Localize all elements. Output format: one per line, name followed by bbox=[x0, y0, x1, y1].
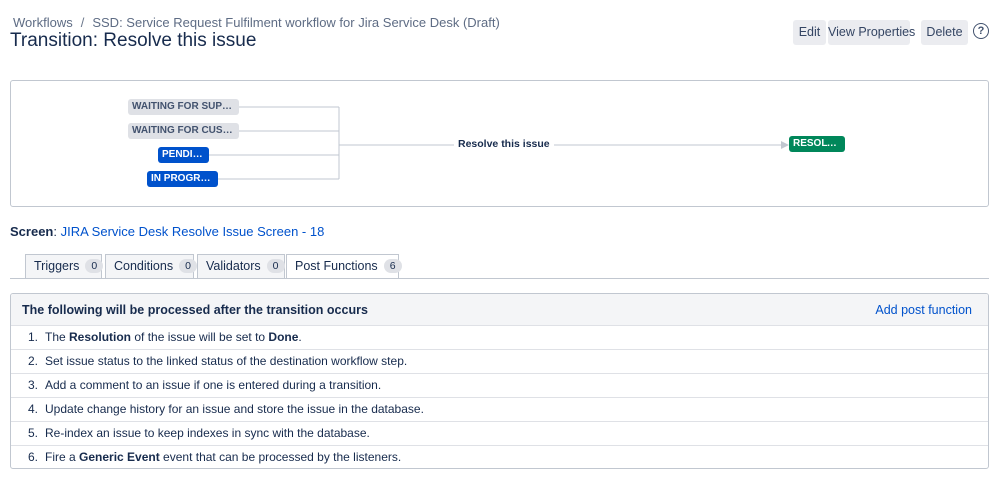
post-function-number: 6. bbox=[27, 450, 38, 464]
post-function-text: Set issue status to the linked status of… bbox=[45, 354, 408, 368]
tab-validators[interactable]: Validators 0 bbox=[197, 254, 285, 278]
breadcrumb-workflow-link[interactable]: SSD: Service Request Fulfilment workflow… bbox=[92, 15, 499, 30]
edit-button[interactable]: Edit bbox=[793, 20, 826, 45]
status-pending: PENDING bbox=[158, 147, 209, 163]
status-waiting-for-support: WAITING FOR SUPP... bbox=[128, 99, 239, 115]
post-function-row: 2. Set issue status to the linked status … bbox=[11, 350, 988, 374]
tab-triggers-label: Triggers bbox=[34, 259, 80, 273]
post-function-number: 2. bbox=[27, 354, 38, 368]
status-waiting-for-customer: WAITING FOR CUST... bbox=[128, 123, 239, 139]
tab-validators-count: 0 bbox=[266, 259, 285, 273]
breadcrumb: Workflows / SSD: Service Request Fulfilmen… bbox=[13, 15, 500, 30]
post-function-number: 4. bbox=[27, 402, 38, 416]
post-functions-title: The following will be processed after th… bbox=[22, 303, 368, 317]
screen-label: Screen bbox=[10, 224, 54, 239]
post-function-row: 4. Update change history for an issue and… bbox=[11, 398, 988, 422]
page-title: Transition: Resolve this issue bbox=[10, 30, 257, 51]
post-function-number: 3. bbox=[27, 378, 38, 392]
status-resolved: RESOLVED bbox=[789, 136, 845, 152]
tab-conditions[interactable]: Conditions 0 bbox=[105, 254, 197, 278]
view-properties-button[interactable]: View Properties bbox=[828, 20, 915, 45]
post-function-text: The Resolution of the issue will be set … bbox=[45, 330, 302, 344]
tabs-divider bbox=[10, 278, 989, 279]
status-in-progress: IN PROGRESS bbox=[147, 171, 218, 187]
post-function-row: 5. Re-index an issue to keep indexes in s… bbox=[11, 422, 988, 446]
workflow-diagram: WAITING FOR SUPP... WAITING FOR CUST... … bbox=[10, 80, 989, 207]
screen-info: Screen: JIRA Service Desk Resolve Issue … bbox=[10, 224, 325, 239]
tab-triggers-count: 0 bbox=[85, 259, 104, 273]
post-function-row: 6. Fire a Generic Event event that can be… bbox=[11, 446, 988, 468]
tab-triggers[interactable]: Triggers 0 bbox=[25, 254, 104, 278]
tab-conditions-count: 0 bbox=[179, 259, 197, 273]
post-functions-header: The following will be processed after th… bbox=[11, 294, 988, 326]
post-function-row: 3. Add a comment to an issue if one is en… bbox=[11, 374, 988, 398]
post-function-text: Add a comment to an issue if one is ente… bbox=[45, 378, 382, 392]
post-function-number: 5. bbox=[27, 426, 38, 440]
tab-post-functions-count: 6 bbox=[383, 259, 402, 273]
tab-post-functions[interactable]: Post Functions 6 bbox=[286, 254, 402, 279]
post-function-row: 1. The Resolution of the issue will be se… bbox=[11, 326, 988, 350]
post-functions-panel: The following will be processed after th… bbox=[10, 293, 989, 469]
post-function-number: 1. bbox=[27, 330, 38, 344]
post-functions-list: 1. The Resolution of the issue will be se… bbox=[11, 326, 988, 468]
post-function-text: Update change history for an issue and s… bbox=[45, 402, 424, 416]
arrow-head-icon bbox=[781, 141, 789, 149]
breadcrumb-workflows-link[interactable]: Workflows bbox=[13, 15, 73, 30]
tab-validators-label: Validators bbox=[206, 259, 261, 273]
delete-button[interactable]: Delete bbox=[921, 20, 968, 45]
screen-link[interactable]: JIRA Service Desk Resolve Issue Screen -… bbox=[61, 224, 325, 239]
post-function-text: Fire a Generic Event event that can be p… bbox=[45, 450, 402, 464]
transition-label: Resolve this issue bbox=[454, 138, 554, 150]
post-function-text: Re-index an issue to keep indexes in syn… bbox=[45, 426, 370, 440]
tab-conditions-label: Conditions bbox=[114, 259, 174, 273]
tab-post-functions-label: Post Functions bbox=[295, 259, 378, 273]
breadcrumb-separator: / bbox=[80, 15, 85, 30]
add-post-function-link[interactable]: Add post function bbox=[875, 303, 972, 317]
help-icon[interactable]: ? bbox=[973, 23, 989, 39]
